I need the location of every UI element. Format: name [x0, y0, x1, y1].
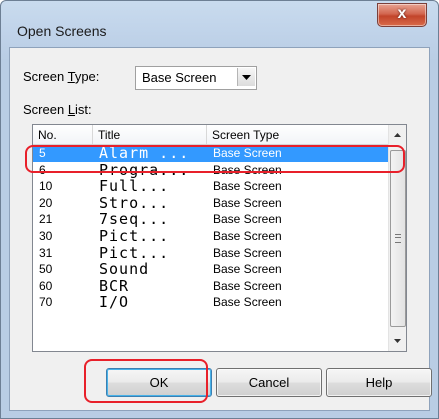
list-item[interactable]: 31 Pict... Base Screen — [33, 243, 388, 262]
row-no: 50 — [39, 262, 53, 277]
row-title: Pict... — [99, 226, 170, 245]
list-item[interactable]: 60 BCR Base Screen — [33, 276, 388, 295]
cancel-button[interactable]: Cancel — [216, 368, 322, 397]
help-button[interactable]: Help — [326, 368, 432, 397]
row-no: 10 — [39, 179, 53, 194]
row-no: 60 — [39, 278, 53, 293]
row-no: 21 — [39, 212, 53, 227]
row-title: BCR — [99, 276, 130, 295]
row-title: Pict... — [99, 243, 170, 262]
list-item[interactable]: 70 I/O Base Screen — [33, 293, 388, 312]
column-header-title[interactable]: Title — [93, 125, 207, 144]
row-no: 31 — [39, 245, 53, 260]
list-item[interactable]: 30 Pict... Base Screen — [33, 226, 388, 245]
column-header-screen-type[interactable]: Screen Type — [207, 125, 387, 144]
row-no: 20 — [39, 195, 53, 210]
ok-button-highlight — [84, 359, 208, 403]
row-title: Sound — [99, 260, 150, 279]
list-item[interactable]: 21 7seq... Base Screen — [33, 210, 388, 229]
row-screen-type: Base Screen — [213, 228, 282, 243]
list-item[interactable]: 10 Full... Base Screen — [33, 177, 388, 196]
open-screens-dialog: Open Screens x Screen Type: Base Screen … — [0, 0, 439, 419]
row-title: I/O — [99, 293, 130, 312]
list-item[interactable]: 20 Stro... Base Screen — [33, 193, 388, 212]
row-title: Stro... — [99, 193, 170, 212]
screen-type-value: Base Screen — [142, 70, 217, 85]
row-screen-type: Base Screen — [213, 245, 282, 260]
title-bar: Open Screens x — [1, 1, 438, 49]
screen-type-label: Screen Type: — [23, 69, 100, 84]
row-screen-type: Base Screen — [213, 278, 282, 293]
row-no: 30 — [39, 228, 53, 243]
screen-type-dropdown[interactable]: Base Screen — [135, 66, 257, 90]
list-item[interactable]: 50 Sound Base Screen — [33, 260, 388, 279]
row-screen-type: Base Screen — [213, 295, 282, 310]
row-no: 70 — [39, 295, 53, 310]
row-screen-type: Base Screen — [213, 212, 282, 227]
grip-icon — [395, 234, 401, 243]
scrollbar-thumb[interactable] — [390, 150, 406, 327]
dialog-client-area: Screen Type: Base Screen Screen List: No… — [9, 47, 432, 411]
close-icon: x — [397, 5, 407, 22]
window-title: Open Screens — [17, 23, 107, 39]
chevron-down-icon[interactable] — [237, 68, 255, 86]
screen-list-label: Screen List: — [23, 102, 92, 117]
row-screen-type: Base Screen — [213, 179, 282, 194]
scroll-up-arrow-icon[interactable] — [389, 126, 406, 143]
row-screen-type: Base Screen — [213, 195, 282, 210]
column-header-no[interactable]: No. — [33, 125, 93, 144]
row-title: Full... — [99, 177, 170, 196]
close-button[interactable]: x — [377, 3, 427, 27]
selected-row-highlight — [25, 145, 405, 173]
row-screen-type: Base Screen — [213, 262, 282, 277]
scroll-down-arrow-icon[interactable] — [389, 332, 406, 349]
row-title: 7seq... — [99, 210, 170, 229]
list-header: No. Title Screen Type — [33, 125, 388, 145]
